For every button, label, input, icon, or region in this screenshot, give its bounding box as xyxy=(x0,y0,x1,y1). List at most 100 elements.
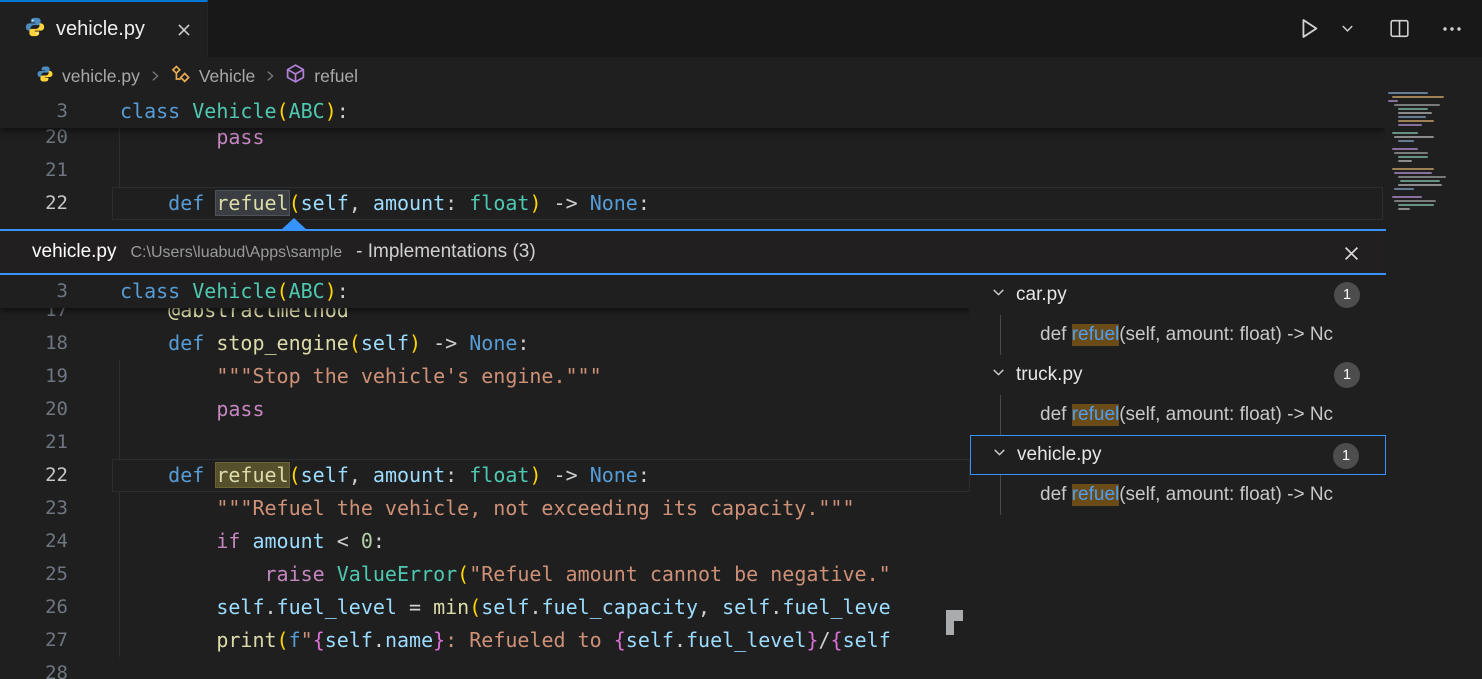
run-dropdown-icon[interactable] xyxy=(1336,17,1359,40)
peek-body: 17 @abstractmethod18 def stop_engine(sel… xyxy=(0,275,1386,679)
line-number: 3 xyxy=(0,95,68,128)
line-number: 28 xyxy=(0,657,68,679)
match-count-badge: 1 xyxy=(1333,443,1359,469)
peek-editor-lines: 17 @abstractmethod18 def stop_engine(sel… xyxy=(0,294,970,679)
tab-vehicle-py[interactable]: vehicle.py xyxy=(0,0,208,57)
match-count-badge: 1 xyxy=(1334,362,1360,388)
peek-title-path: C:\Users\luabud\Apps\sample xyxy=(131,242,343,262)
code-line-24[interactable]: 24 if amount < 0: xyxy=(0,525,970,558)
chevron-right-icon xyxy=(263,69,277,83)
code-text: class Vehicle(ABC): xyxy=(120,275,349,308)
tab-bar: vehicle.py xyxy=(0,0,1482,57)
vscode-window: vehicle.py xyxy=(0,0,1482,679)
peek-title-filename: vehicle.py xyxy=(32,241,117,263)
minimap[interactable] xyxy=(1388,92,1454,230)
code-text: print(f"{self.name}: Refueled to {self.f… xyxy=(120,624,891,657)
chevron-right-icon xyxy=(148,69,162,83)
line-number: 18 xyxy=(0,327,68,360)
code-text: def refuel(self, amount: float) -> None: xyxy=(120,459,650,492)
breadcrumb-class[interactable]: Vehicle xyxy=(170,63,255,89)
result-file-label: truck.py xyxy=(1016,364,1083,386)
line-number: 23 xyxy=(0,492,68,525)
close-icon[interactable] xyxy=(175,21,193,39)
line-number: 25 xyxy=(0,558,68,591)
code-line-27[interactable]: 27 print(f"{self.name}: Refueled to {sel… xyxy=(0,624,970,657)
main-editor[interactable]: 20 pass2122 def refuel(self, amount: flo… xyxy=(0,95,1385,229)
line-number: 22 xyxy=(0,187,68,220)
python-icon xyxy=(24,16,46,43)
result-file-vehicle-py[interactable]: vehicle.py 1 xyxy=(970,435,1386,475)
code-text: """Refuel the vehicle, not exceeding its… xyxy=(120,492,855,525)
code-line-18[interactable]: 18 def stop_engine(self) -> None: xyxy=(0,327,970,360)
peek-header: vehicle.py C:\Users\luabud\Apps\sample -… xyxy=(0,231,1386,275)
code-line-22[interactable]: 22 def refuel(self, amount: float) -> No… xyxy=(0,187,1385,220)
result-file-car-py[interactable]: car.py1 xyxy=(970,275,1386,315)
breadcrumb-method-label: refuel xyxy=(314,66,358,87)
mouse-cursor xyxy=(946,610,963,635)
breadcrumb-method[interactable]: refuel xyxy=(285,63,358,89)
run-icon[interactable] xyxy=(1291,11,1326,46)
code-text: def refuel(self, amount: float) -> None: xyxy=(120,187,650,220)
breadcrumb-class-label: Vehicle xyxy=(199,66,255,87)
peek-anchor-arrow xyxy=(281,218,307,230)
chevron-down-icon[interactable] xyxy=(991,444,1008,467)
peek-editor[interactable]: 17 @abstractmethod18 def stop_engine(sel… xyxy=(0,275,970,679)
peek-view: vehicle.py C:\Users\luabud\Apps\sample -… xyxy=(0,229,1386,679)
python-icon xyxy=(36,65,54,88)
code-text: pass xyxy=(120,393,265,426)
code-line-26[interactable]: 26 self.fuel_level = min(self.fuel_capac… xyxy=(0,591,970,624)
chevron-down-icon[interactable] xyxy=(990,284,1007,307)
line-number: 3 xyxy=(0,275,68,308)
indent-guide xyxy=(119,154,120,187)
more-actions-icon[interactable] xyxy=(1436,13,1468,45)
line-number: 21 xyxy=(0,154,68,187)
code-text: class Vehicle(ABC): xyxy=(120,95,349,128)
code-line-3[interactable]: 3 class Vehicle(ABC): xyxy=(0,275,970,308)
chevron-down-icon[interactable] xyxy=(990,364,1007,387)
code-line-20[interactable]: 20 pass xyxy=(0,393,970,426)
code-line-23[interactable]: 23 """Refuel the vehicle, not exceeding … xyxy=(0,492,970,525)
code-text: """Stop the vehicle's engine.""" xyxy=(120,360,602,393)
result-match-row[interactable]: def refuel(self, amount: float) -> Nc xyxy=(970,315,1386,355)
line-number: 22 xyxy=(0,459,68,492)
code-line-19[interactable]: 19 """Stop the vehicle's engine.""" xyxy=(0,360,970,393)
sticky-scroll-line[interactable]: 3 class Vehicle(ABC): xyxy=(0,95,1385,128)
breadcrumb-file[interactable]: vehicle.py xyxy=(36,65,140,88)
code-line-21[interactable]: 21 xyxy=(0,426,970,459)
code-text: def stop_engine(self) -> None: xyxy=(120,327,529,360)
symbol-class-icon xyxy=(170,63,191,89)
result-file-truck-py[interactable]: truck.py 1 xyxy=(970,355,1386,395)
code-line-25[interactable]: 25 raise ValueError("Refuel amount canno… xyxy=(0,558,970,591)
line-number: 21 xyxy=(0,426,68,459)
match-highlight: refuel xyxy=(1072,324,1120,346)
split-editor-icon[interactable] xyxy=(1383,12,1416,45)
code-line-21[interactable]: 21 xyxy=(0,154,1385,187)
code-line-28[interactable]: 28 xyxy=(0,657,970,679)
editor-actions xyxy=(1291,0,1468,57)
code-text: raise ValueError("Refuel amount cannot b… xyxy=(120,558,891,591)
line-number: 24 xyxy=(0,525,68,558)
main-editor-lines: 20 pass2122 def refuel(self, amount: flo… xyxy=(0,121,1385,220)
peek-title-description: - Implementations (3) xyxy=(356,241,536,263)
code-line-3[interactable]: 3 class Vehicle(ABC): xyxy=(0,95,1385,128)
match-highlight: refuel xyxy=(1072,484,1120,506)
line-number: 20 xyxy=(0,393,68,426)
code-line-22[interactable]: 22 def refuel(self, amount: float) -> No… xyxy=(0,459,970,492)
breadcrumb: vehicle.py Vehicle refuel xyxy=(0,57,1482,95)
editor-right-gutter xyxy=(1386,231,1482,679)
line-number: 27 xyxy=(0,624,68,657)
code-text: self.fuel_level = min(self.fuel_capacity… xyxy=(120,591,891,624)
tab-title: vehicle.py xyxy=(56,18,145,41)
result-file-label: vehicle.py xyxy=(1017,444,1102,466)
close-icon[interactable] xyxy=(1339,241,1364,271)
tree-indent-guide xyxy=(1000,315,1001,355)
symbol-method-icon xyxy=(285,63,306,89)
indent-guide xyxy=(119,426,120,459)
line-number: 19 xyxy=(0,360,68,393)
result-file-label: car.py xyxy=(1016,284,1067,306)
peek-results-tree: car.py1def refuel(self, amount: float) -… xyxy=(970,275,1386,679)
sticky-scroll-line[interactable]: 3 class Vehicle(ABC): xyxy=(0,275,970,308)
tree-indent-guide xyxy=(1000,475,1001,515)
result-match-row[interactable]: def refuel(self, amount: float) -> Nc xyxy=(970,395,1386,435)
result-match-row[interactable]: def refuel(self, amount: float) -> Nc xyxy=(970,475,1386,515)
